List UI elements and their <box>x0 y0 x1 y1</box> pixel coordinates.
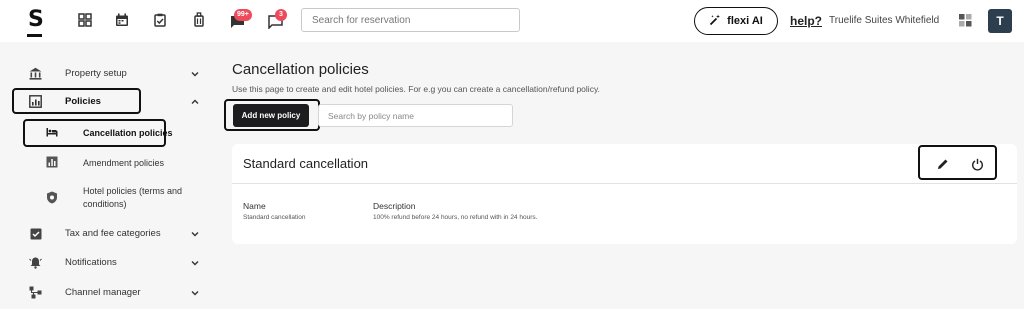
logo-underline <box>27 34 42 37</box>
network-icon <box>29 286 42 299</box>
actions-highlight-box <box>918 145 997 180</box>
chat-badge: 3 <box>275 9 287 21</box>
luggage-icon[interactable] <box>191 12 207 28</box>
checkbox-icon <box>29 227 42 240</box>
bell-icon <box>29 256 42 269</box>
sidebar-subitem-hotel-policies[interactable]: Hotel policies (terms and conditions) <box>0 184 215 212</box>
policy-search-input[interactable] <box>318 104 513 127</box>
dashboard-icon[interactable] <box>77 12 93 28</box>
sidebar-item-notifications[interactable]: Notifications <box>0 255 215 271</box>
sidebar-item-label: Property setup <box>65 68 127 79</box>
sidebar-subitem-label: Hotel policies (terms and conditions) <box>83 186 183 209</box>
sidebar-item-channel-manager[interactable]: Channel manager <box>0 285 215 301</box>
sidebar-item-label: Notifications <box>65 257 117 268</box>
bed-icon <box>46 126 58 138</box>
reservation-search-input[interactable] <box>301 8 520 32</box>
description-header: Description <box>373 201 416 211</box>
sidebar-item-tax-fee-categories[interactable]: Tax and fee categories <box>0 226 215 242</box>
policy-card-title: Standard cancellation <box>243 156 369 171</box>
top-bar: S 99+ 3 flexi AI help? Truelife Suites W… <box>0 0 1024 42</box>
chevron-up-icon <box>191 99 199 104</box>
name-value: Standard cancellation <box>243 214 306 221</box>
property-name[interactable]: Truelife Suites Whitefield <box>829 15 939 26</box>
user-avatar[interactable]: T <box>988 9 1012 33</box>
calendar-icon[interactable] <box>114 12 130 28</box>
bar-chart-icon <box>46 156 58 168</box>
sidebar-subitem-amendment-policies[interactable]: Amendment policies <box>0 155 215 171</box>
shield-icon <box>46 191 58 203</box>
policy-card: Standard cancellation Name Standard canc… <box>232 144 1017 244</box>
sidebar-subitem-cancellation-policies[interactable]: Cancellation policies <box>0 125 215 141</box>
add-new-policy-button[interactable]: Add new policy <box>233 104 309 127</box>
magic-wand-icon <box>709 14 721 29</box>
sidebar-item-label: Tax and fee categories <box>65 228 161 239</box>
flexi-ai-button[interactable]: flexi AI <box>694 7 778 35</box>
sidebar-subitem-label: Cancellation policies <box>83 128 173 138</box>
sidebar-item-property-setup[interactable]: Property setup <box>0 66 215 82</box>
task-check-icon[interactable] <box>152 12 168 28</box>
help-link[interactable]: help? <box>790 14 822 28</box>
chevron-down-icon <box>191 291 199 296</box>
policy-icon <box>29 95 42 108</box>
sidebar-item-policies[interactable]: Policies <box>0 94 215 110</box>
sidebar-item-label: Channel manager <box>65 287 141 298</box>
chevron-down-icon <box>191 232 199 237</box>
card-divider <box>232 183 1017 184</box>
description-value: 100% refund before 24 hours, no refund w… <box>373 214 538 221</box>
edit-icon[interactable] <box>936 157 950 171</box>
bank-icon <box>29 67 42 80</box>
name-header: Name <box>243 201 266 211</box>
chevron-down-icon <box>191 72 199 77</box>
app-logo[interactable]: S <box>28 9 44 31</box>
sidebar-subitem-label: Amendment policies <box>83 158 165 168</box>
page-title: Cancellation policies <box>232 61 369 78</box>
chevron-down-icon <box>191 261 199 266</box>
power-icon[interactable] <box>970 157 984 171</box>
messages-badge: 99+ <box>234 9 252 21</box>
page-description: Use this page to create and edit hotel p… <box>232 84 600 94</box>
sidebar-item-label: Policies <box>65 96 101 107</box>
flexi-ai-label: flexi AI <box>727 15 763 27</box>
apps-grid-icon[interactable] <box>959 14 972 32</box>
